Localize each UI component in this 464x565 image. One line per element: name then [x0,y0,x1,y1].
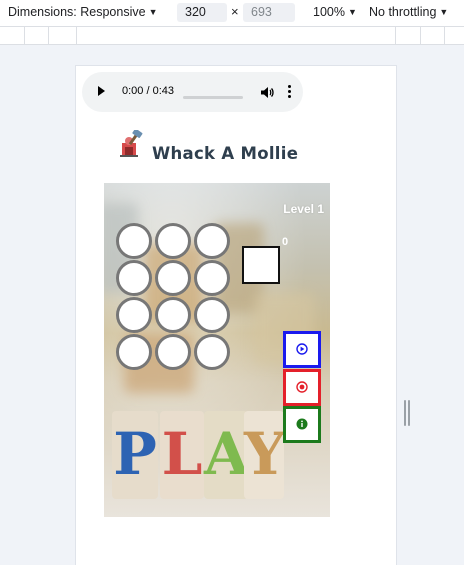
mole-hole[interactable] [155,223,191,259]
mole-hole[interactable] [116,223,152,259]
block-letter: P [113,420,157,488]
mole-hole[interactable] [194,223,230,259]
throttling-dropdown[interactable]: No throttling ▼ [369,5,448,19]
score-value: 0 [282,236,289,248]
audio-progress-slider[interactable] [183,96,243,99]
mole-hole[interactable] [155,260,191,296]
mole-hole[interactable] [194,334,230,370]
mole-hole[interactable] [116,334,152,370]
more-options-icon[interactable] [288,85,292,99]
block-letter: A [204,420,250,488]
game-board: P L A Y Level 1 0 [104,183,330,517]
play-block-a: A [204,411,250,499]
width-input[interactable]: 320 [177,3,227,22]
level-label: Level 1 [283,202,324,216]
play-circle-icon [296,343,308,355]
throttling-label: No throttling [369,5,437,19]
play-icon[interactable] [98,86,105,96]
play-block-y: Y [244,411,286,499]
chevron-down-icon: ▼ [439,7,449,17]
ruler-tick [420,27,421,44]
mole-hole[interactable] [155,334,191,370]
mole-hole[interactable] [155,297,191,333]
audio-time: 0:00 / 0:43 [122,85,174,97]
play-control[interactable] [283,331,321,368]
dimensions-label: Dimensions: Responsive [8,5,146,19]
record-control[interactable] [283,369,321,406]
ruler-tick [24,27,25,44]
info-control[interactable] [283,406,321,443]
info-icon [296,418,308,430]
block-letter: L [161,420,203,488]
audio-player: 0:00 / 0:43 [82,72,303,112]
mole-hole[interactable] [116,260,152,296]
chevron-down-icon: ▼ [148,7,158,17]
mole-hole[interactable] [194,260,230,296]
zoom-label: 100% [313,5,345,19]
record-icon [296,381,308,393]
zoom-dropdown[interactable]: 100% ▼ [313,5,357,19]
play-block-p: P [112,411,158,499]
dimensions-dropdown[interactable]: Dimensions: Responsive ▼ [8,5,157,19]
ruler-tick [48,27,49,44]
mollie-logo-icon [120,130,143,157]
height-input[interactable]: 693 [243,3,295,22]
block-letter: Y [244,420,286,488]
app-title: Whack A Mollie [152,144,299,163]
mole-hole[interactable] [194,297,230,333]
device-viewport: 0:00 / 0:43 Whack A Mollie P L A Y Level… [76,66,396,565]
device-toolbar: Dimensions: Responsive ▼ 320 × 693 100% ▼ … [0,0,464,27]
play-block-l: L [160,411,204,499]
times-symbol: × [231,4,239,19]
ruler-tick [444,27,445,44]
mole-hole[interactable] [116,297,152,333]
media-query-bar[interactable] [0,27,464,45]
ruler-tick [395,27,396,44]
ruler-tick [76,27,77,44]
chevron-down-icon: ▼ [347,7,357,17]
volume-icon[interactable] [260,86,274,99]
mollie-preview-box [242,246,280,284]
viewport-resize-handle[interactable] [404,400,410,426]
